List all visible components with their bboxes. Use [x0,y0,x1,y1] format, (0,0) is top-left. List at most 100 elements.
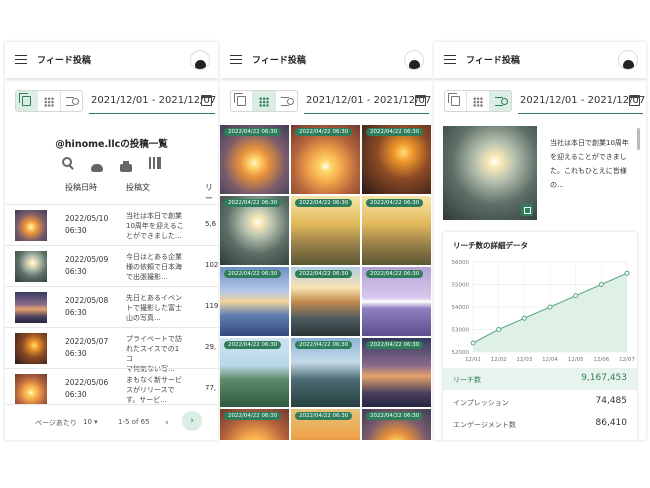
grid-post[interactable]: 2022/04/22 06:30 [362,267,431,336]
post-date-tag: 2022/04/22 06:30 [224,199,282,207]
detail-search-icon [280,97,294,106]
calendar-icon[interactable] [201,95,212,106]
x-tick-label: 12/07 [619,357,635,363]
list-title: @hinome.llcの投稿一覧 [55,139,168,150]
grid-post[interactable]: 2022/04/22 06:30 [291,409,360,440]
grid-post[interactable]: 2022/04/22 06:30 [291,196,360,265]
grid-post[interactable]: 2022/04/22 06:30 [220,125,289,194]
avatar[interactable] [618,50,638,70]
next-page-button[interactable]: › [182,411,202,431]
search-icon[interactable] [61,157,74,169]
post-reach: 77, [205,384,217,392]
detail-view-button[interactable] [489,91,511,111]
table-row[interactable]: 2022/05/08 06:30 先日とあるイベン トで撮影した富士 山の写真...… [5,286,218,327]
stat-reach: リーチ数 9,167,453 [443,368,637,390]
table-row[interactable]: 2022/05/07 06:30 プライベートで訪 れたスイスでの1コ マ何気ない写… [5,327,218,373]
calendar-icon[interactable] [629,95,640,106]
table-row[interactable]: 2022/05/10 06:30 当社は本日で創業 10周年を迎えるこ とができまし… [5,204,218,245]
grid-post[interactable]: 2022/04/22 06:30 [291,267,360,336]
list-view-button[interactable] [445,91,468,111]
grid-post[interactable]: 2022/04/22 06:30 [362,409,431,440]
post-datetime: 2022/05/10 06:30 [65,214,109,235]
post-caption: 当社は本日で創業10周年を迎えることができました。これもひとえに皆様の... [550,139,629,189]
rows-per-page-label: ページあたり [35,419,77,427]
x-tick-label: 12/01 [465,357,481,363]
grid-post[interactable]: 2022/04/22 06:30 [362,338,431,407]
list-icon [234,93,246,106]
stat-engagement: エンゲージメント数 86,410 [443,413,637,435]
grid-post[interactable]: 2022/04/22 06:30 [362,125,431,194]
post-date-tag: 2022/04/22 06:30 [224,270,282,278]
x-tick-label: 12/04 [542,357,558,363]
app-bar: フィード投稿 [220,42,432,78]
download-icon[interactable] [90,164,103,172]
reach-chart: 52000 53000 54000 55000 56000 12/01 12/02 12/03… [452,260,636,363]
x-tick-label: 12/02 [491,357,507,363]
view-toolbar: 2021/12/01 - 2021/12/07 [220,78,432,123]
post-thumbnail [15,374,47,405]
post-reach: 102 [205,261,218,269]
prev-page-button[interactable]: ‹ [165,418,169,428]
y-tick-label: 52000 [452,350,470,356]
post-text: 先日とあるイベン トで撮影した富士 山の写真... [126,294,182,322]
calendar-icon[interactable] [415,95,426,106]
column-header-date[interactable]: 投稿日時 [65,182,97,193]
list-icon [448,93,460,106]
open-external-icon[interactable] [521,204,533,216]
grid-post[interactable]: 2022/04/22 06:30 [220,267,289,336]
detail-view-panel: フィード投稿 2021/12/01 - 2021/12/07 当社は本日で創業1… [434,42,646,440]
stat-label: リーチ数 [453,376,481,384]
columns-icon[interactable] [149,157,162,169]
post-reach: 29, [205,343,217,351]
date-range-input[interactable]: 2021/12/01 - 2021/12/07 [520,95,645,106]
post-image[interactable] [443,126,537,220]
rows-per-page-select[interactable]: 10 ▾ [83,418,98,426]
date-range-input[interactable]: 2021/12/01 - 2021/12/07 [91,95,216,106]
data-point [547,304,553,310]
grid-post[interactable]: 2022/04/22 06:30 [220,338,289,407]
column-header-reach[interactable]: リー [205,182,218,204]
column-header-text[interactable]: 投稿文 [126,182,150,193]
grid-view-button[interactable] [467,91,490,111]
detail-view-button[interactable] [61,91,82,111]
menu-icon[interactable] [444,55,456,64]
app-bar: フィード投稿 [5,42,218,78]
grid-view-button[interactable] [38,91,61,111]
print-icon[interactable] [120,161,133,172]
date-range-input[interactable]: 2021/12/01 - 2021/12/07 [306,95,431,106]
app-title: フィード投稿 [252,56,306,66]
grid-post[interactable]: 2022/04/22 06:30 [291,338,360,407]
stat-value: 86,410 [595,418,628,428]
post-date-tag: 2022/04/22 06:30 [295,270,353,278]
y-tick-label: 55000 [452,283,470,289]
detail-search-icon [494,97,508,106]
detail-view-button[interactable] [276,91,297,111]
data-point [598,282,604,287]
grid-post[interactable]: 2022/04/22 06:30 [362,196,431,265]
post-date-tag: 2022/04/22 06:30 [366,270,424,278]
menu-icon[interactable] [230,55,242,64]
grid-post[interactable]: 2022/04/22 06:30 [220,196,289,265]
avatar[interactable] [190,50,210,70]
post-thumbnail [15,333,47,364]
post-date-tag: 2022/04/22 06:30 [366,199,424,207]
post-date-tag: 2022/04/22 06:30 [366,128,424,136]
post-thumbnail [15,210,47,241]
grid-view-button[interactable] [253,91,276,111]
view-toolbar: 2021/12/01 - 2021/12/07 [434,78,646,123]
table-footer: ページあたり 10 ▾ 1-5 of 65 ‹ › [5,404,218,440]
table-row[interactable]: 2022/05/06 06:30 まもなく新サービ スがリリースで す。サービ...… [5,368,218,409]
date-underline [518,113,643,114]
data-point [624,270,630,276]
caption-scrollbar[interactable] [637,128,640,150]
avatar[interactable] [404,50,424,70]
grid-post[interactable]: 2022/04/22 06:30 [220,409,289,440]
table-row[interactable]: 2022/05/09 06:30 今日はとある企業 様の依頼で日本海 で出張撮影..… [5,245,218,286]
date-underline [304,113,429,114]
list-view-button[interactable] [231,91,254,111]
grid-post[interactable]: 2022/04/22 06:30 [291,125,360,194]
list-view-button[interactable] [16,91,39,111]
y-tick-label: 54000 [452,305,470,311]
post-datetime: 2022/05/06 06:30 [65,378,109,399]
menu-icon[interactable] [15,55,27,64]
